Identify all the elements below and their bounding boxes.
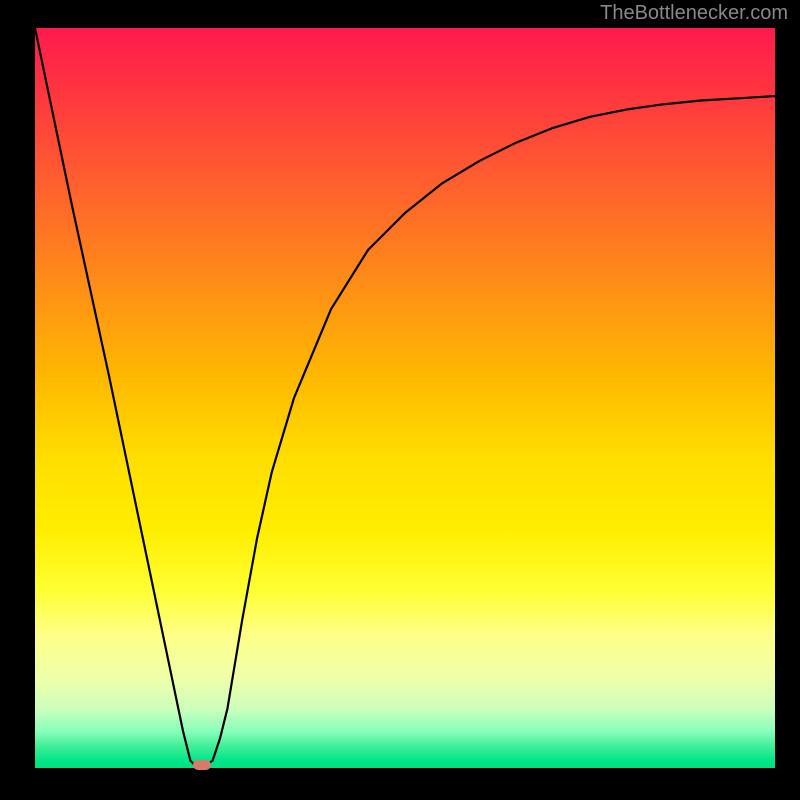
plot-area <box>35 28 775 768</box>
chart-container: TheBottlenecker.com <box>0 0 800 800</box>
attribution-text: TheBottlenecker.com <box>600 2 788 25</box>
optimal-point-marker <box>193 760 211 770</box>
bottleneck-curve <box>35 28 775 768</box>
